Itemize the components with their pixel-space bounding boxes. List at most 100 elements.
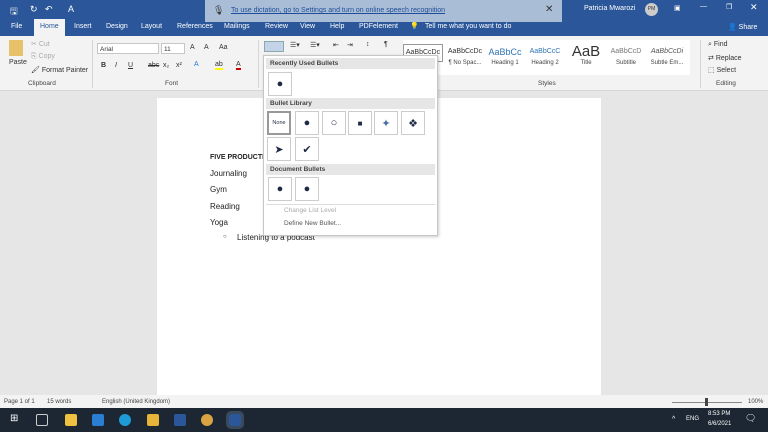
bullet-option-disc[interactable]: ● [268, 177, 292, 201]
dictation-settings-link[interactable]: To use dictation, go to Settings and tur… [231, 7, 445, 14]
numbering-button[interactable]: ☰▾ [290, 41, 300, 49]
change-list-level-item: Change List Level [284, 207, 337, 214]
highlight-icon[interactable]: ab [215, 61, 223, 70]
list-item: Gym [210, 185, 227, 194]
subscript-button[interactable]: x₂ [163, 62, 169, 69]
minimize-button[interactable]: — [700, 3, 707, 10]
find-button[interactable]: ⌕ Find [708, 41, 728, 49]
app-icon[interactable] [174, 414, 186, 426]
underline-button[interactable]: U [128, 62, 133, 69]
font-color-quick-icon[interactable]: A [68, 4, 74, 14]
file-explorer-icon[interactable] [147, 414, 159, 426]
close-button[interactable]: ✕ [750, 2, 758, 13]
bullet-option-star[interactable]: ✦ [374, 111, 398, 135]
dismiss-banner-button[interactable]: ✕ [545, 4, 553, 15]
sort-button[interactable]: ↕ [366, 41, 370, 48]
restore-button[interactable]: ❐ [726, 3, 732, 11]
bullets-button[interactable] [264, 41, 284, 52]
style-subtitle[interactable]: AaBbCcD Subtitle [606, 44, 646, 66]
store-icon[interactable] [65, 414, 77, 426]
paste-button[interactable]: Paste [9, 59, 27, 66]
bullet-option-circle[interactable]: ○ [322, 111, 346, 135]
bullet-option-disc[interactable]: ● [295, 111, 319, 135]
tab-help[interactable]: Help [330, 23, 344, 30]
style-name: Subtitle [615, 60, 636, 66]
shrink-font-button[interactable]: A [204, 44, 209, 51]
ribbon-display-icon[interactable]: ▣ [674, 4, 681, 12]
copy-button[interactable]: ⎘ Copy [31, 53, 55, 61]
italic-button[interactable]: I [115, 62, 117, 69]
text-effects-icon[interactable]: A [194, 61, 199, 68]
font-name-select[interactable]: Arial [97, 43, 159, 54]
format-painter-button[interactable]: 🖌 Format Painter [31, 66, 88, 74]
bullet-option-disc[interactable]: ● [268, 72, 292, 96]
dictation-banner: 🎙 To use dictation, go to Settings and t… [205, 0, 562, 22]
mail-icon[interactable] [92, 414, 104, 426]
decrease-indent-button[interactable]: ⇤ [333, 41, 339, 49]
page-count[interactable]: Page 1 of 1 [4, 399, 35, 405]
style-no-spacing[interactable]: AaBbCcDc ¶ No Spac... [445, 44, 485, 66]
tab-insert[interactable]: Insert [74, 23, 92, 30]
word-count[interactable]: 15 words [47, 399, 71, 405]
tab-review[interactable]: Review [265, 23, 288, 30]
avatar[interactable]: PM [645, 3, 658, 16]
language-status[interactable]: English (United Kingdom) [102, 399, 170, 405]
font-group-label: Font [165, 80, 179, 87]
style-heading-1[interactable]: AaBbCc Heading 1 [485, 44, 525, 66]
bullet-option-arrow[interactable]: ➤ [267, 137, 291, 161]
tab-view[interactable]: View [300, 23, 315, 30]
multilevel-list-button[interactable]: ☰▾ [310, 41, 320, 49]
tell-me-input[interactable]: Tell me what you want to do [425, 23, 511, 30]
tab-pdfelement[interactable]: PDFelement [359, 23, 398, 30]
word-icon[interactable] [226, 411, 244, 429]
cut-button[interactable]: ✂ Cut [31, 40, 50, 48]
task-view-icon[interactable] [36, 414, 48, 426]
font-size-select[interactable]: 11 [161, 43, 185, 54]
copy-label: Copy [38, 53, 55, 60]
increase-indent-button[interactable]: ⇥ [347, 41, 353, 49]
define-new-bullet-item[interactable]: Define New Bullet... [284, 220, 341, 227]
notifications-icon[interactable]: 🗨 [745, 413, 756, 424]
tab-design[interactable]: Design [106, 23, 128, 30]
font-color-icon[interactable]: A [236, 61, 241, 70]
autosave-icon[interactable]: ↻ [30, 4, 38, 15]
style-subtle-emphasis[interactable]: AaBbCcDi Subtle Em... [647, 44, 687, 66]
superscript-button[interactable]: x² [176, 62, 182, 69]
tab-references[interactable]: References [177, 23, 213, 30]
clock-time[interactable]: 8:53 PM [708, 411, 730, 417]
bullet-option-square[interactable]: ■ [348, 111, 372, 135]
replace-button[interactable]: ⇄ Replace [708, 54, 742, 62]
bullet-option-check[interactable]: ✔ [295, 137, 319, 161]
windows-start-icon[interactable]: ⊞ [10, 413, 18, 424]
style-sample: AaB [571, 44, 601, 60]
style-title[interactable]: AaB Title [566, 44, 606, 66]
bold-button[interactable]: B [101, 62, 106, 69]
tab-mailings[interactable]: Mailings [224, 23, 250, 30]
bullet-option-disc[interactable]: ● [295, 177, 319, 201]
edge-icon[interactable] [119, 414, 131, 426]
share-button[interactable]: 👤 Share [728, 23, 757, 31]
bullet-option-none[interactable]: None [267, 111, 291, 135]
undo-icon[interactable]: ↶ [45, 4, 53, 15]
bullet-option-diamond[interactable]: ❖ [401, 111, 425, 135]
tab-layout[interactable]: Layout [141, 23, 162, 30]
save-icon[interactable]: 🖫 [10, 4, 18, 20]
style-sample: AaBbCcDc [447, 48, 483, 55]
app-icon[interactable] [201, 414, 213, 426]
style-heading-2[interactable]: AaBbCcC Heading 2 [525, 44, 565, 66]
grow-font-button[interactable]: A [190, 44, 195, 51]
show-formatting-button[interactable]: ¶ [384, 41, 388, 48]
clock-date[interactable]: 6/6/2021 [708, 421, 731, 427]
strikethrough-button[interactable]: abc [148, 62, 159, 69]
show-hidden-icons[interactable]: ^ [672, 416, 675, 423]
select-button[interactable]: ⬚ Select [708, 66, 736, 74]
change-case-button[interactable]: Aa [219, 44, 228, 51]
bullet-library-header: Bullet Library [266, 98, 435, 109]
tab-file[interactable]: File [11, 23, 22, 30]
zoom-level[interactable]: 100% [748, 399, 763, 405]
cut-label: Cut [38, 41, 50, 48]
paste-icon[interactable] [9, 40, 23, 56]
zoom-slider-thumb[interactable] [705, 398, 708, 406]
tab-home[interactable]: Home [34, 19, 65, 36]
input-language[interactable]: ENG [686, 416, 699, 422]
